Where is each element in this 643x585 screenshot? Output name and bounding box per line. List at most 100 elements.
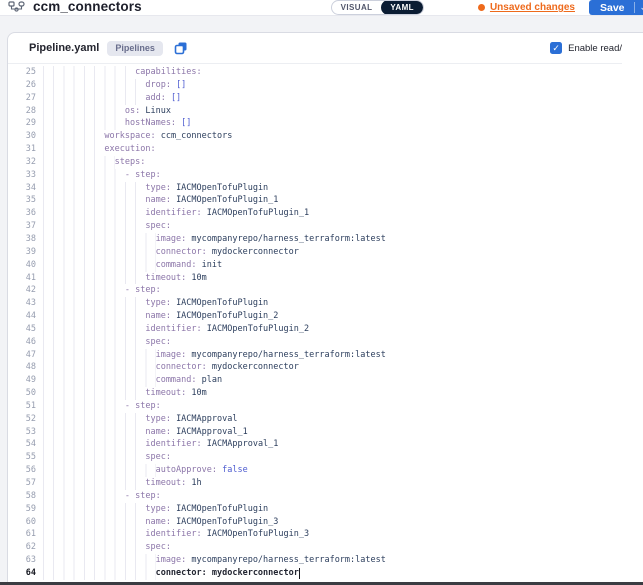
line-number: 52 bbox=[10, 413, 36, 426]
code-token: image: bbox=[156, 233, 192, 246]
code-line[interactable]: 36identifier: IACMOpenTofuPlugin_1 bbox=[8, 207, 643, 220]
code-token: 10m bbox=[191, 387, 206, 400]
code-token: connector: bbox=[156, 361, 212, 374]
line-number: 58 bbox=[10, 490, 36, 503]
code-line[interactable]: 25capabilities: bbox=[8, 66, 643, 79]
code-token: spec: bbox=[145, 451, 171, 464]
indent-guides bbox=[43, 349, 156, 362]
code-line[interactable]: 27add: [] bbox=[8, 92, 643, 105]
code-token: mycompanyrepo/harness_terraform:latest bbox=[191, 554, 385, 567]
yaml-tab[interactable]: YAML bbox=[381, 0, 423, 15]
indent-guides bbox=[43, 194, 145, 207]
code-line[interactable]: 52type: IACMApproval bbox=[8, 413, 643, 426]
indent-guides bbox=[43, 156, 115, 169]
code-line[interactable]: 40command: init bbox=[8, 259, 643, 272]
indent-guides bbox=[43, 182, 145, 195]
code-line[interactable]: 41 timeout: 10m bbox=[8, 272, 643, 285]
code-line[interactable]: 32steps: bbox=[8, 156, 643, 169]
code-token: timeout: bbox=[145, 272, 191, 285]
code-token: 10m bbox=[191, 272, 206, 285]
code-token: IACMOpenTofuPlugin bbox=[176, 182, 268, 195]
code-line[interactable]: 62spec: bbox=[8, 541, 643, 554]
code-line[interactable]: 49command: plan bbox=[8, 374, 643, 387]
code-line[interactable]: 28os: Linux bbox=[8, 105, 643, 118]
line-number: 44 bbox=[10, 310, 36, 323]
code-line[interactable]: 39connector: mydockerconnector bbox=[8, 246, 643, 259]
code-token: mycompanyrepo/harness_terraform:latest bbox=[191, 233, 385, 246]
code-line[interactable]: 33- step: bbox=[8, 169, 643, 182]
code-line[interactable]: 63image: mycompanyrepo/harness_terraform… bbox=[8, 554, 643, 567]
code-line[interactable]: 45identifier: IACMOpenTofuPlugin_2 bbox=[8, 323, 643, 336]
code-line[interactable]: 51- step: bbox=[8, 400, 643, 413]
code-line[interactable]: 57timeout: 1h bbox=[8, 477, 643, 490]
code-line[interactable]: 37spec: bbox=[8, 220, 643, 233]
unsaved-changes-link[interactable]: Unsaved changes bbox=[490, 2, 575, 13]
line-number: 31 bbox=[10, 143, 36, 156]
indent-guides bbox=[43, 169, 125, 182]
code-line[interactable]: 47image: mycompanyrepo/harness_terraform… bbox=[8, 349, 643, 362]
code-token: spec: bbox=[145, 541, 171, 554]
line-number: 40 bbox=[10, 259, 36, 272]
code-line[interactable]: 43type: IACMOpenTofuPlugin bbox=[8, 297, 643, 310]
line-number: 38 bbox=[10, 233, 36, 246]
code-line[interactable]: 42- step: bbox=[8, 284, 643, 297]
line-number: 41 bbox=[10, 272, 36, 285]
indent-guides bbox=[43, 541, 145, 554]
code-line[interactable]: 56autoApprove: false bbox=[8, 464, 643, 477]
indent-guides bbox=[43, 79, 145, 92]
code-area[interactable]: 25capabilities:26drop: []27add: []28os: … bbox=[8, 64, 643, 580]
indent-guides bbox=[43, 246, 156, 259]
code-line[interactable]: 64connector: mydockerconnector bbox=[8, 567, 643, 580]
code-line[interactable]: 34type: IACMOpenTofuPlugin bbox=[8, 182, 643, 195]
code-line[interactable]: 54identifier: IACMApproval_1 bbox=[8, 438, 643, 451]
code-token: plan bbox=[202, 374, 222, 387]
code-token: IACMOpenTofuPlugin_3 bbox=[176, 516, 278, 529]
code-line[interactable]: 44name: IACMOpenTofuPlugin_2 bbox=[8, 310, 643, 323]
code-line[interactable]: 50timeout: 10m bbox=[8, 387, 643, 400]
code-line[interactable]: 30workspace: ccm_connectors bbox=[8, 130, 643, 143]
code-line[interactable]: 48connector: mydockerconnector bbox=[8, 361, 643, 374]
save-button[interactable]: Save bbox=[589, 2, 634, 14]
line-number: 34 bbox=[10, 182, 36, 195]
visual-tab[interactable]: VISUAL bbox=[332, 1, 382, 14]
code-token: spec: bbox=[145, 336, 171, 349]
code-line[interactable]: 58- step: bbox=[8, 490, 643, 503]
indent-guides bbox=[43, 567, 156, 580]
code-token: command: bbox=[156, 374, 202, 387]
code-token: IACMOpenTofuPlugin_2 bbox=[176, 310, 278, 323]
code-line[interactable]: 53name: IACMApproval_1 bbox=[8, 426, 643, 439]
code-line[interactable]: 35name: IACMOpenTofuPlugin_1 bbox=[8, 194, 643, 207]
indent-guides bbox=[43, 66, 135, 79]
code-line[interactable]: 60name: IACMOpenTofuPlugin_3 bbox=[8, 516, 643, 529]
line-number: 47 bbox=[10, 349, 36, 362]
file-name: Pipeline.yaml bbox=[29, 42, 99, 54]
indent-guides bbox=[43, 130, 104, 143]
indent-guides bbox=[43, 426, 145, 439]
code-token: IACMApproval bbox=[176, 413, 237, 426]
code-line[interactable]: 26drop: [] bbox=[8, 79, 643, 92]
code-token: timeout: bbox=[145, 477, 191, 490]
indent-guides bbox=[43, 143, 104, 156]
code-token: identifier: bbox=[145, 528, 206, 541]
code-token: name: bbox=[145, 426, 176, 439]
copy-icon[interactable] bbox=[174, 41, 188, 55]
code-line[interactable]: 46spec: bbox=[8, 336, 643, 349]
code-token: os: bbox=[125, 105, 145, 118]
line-number: 33 bbox=[10, 169, 36, 182]
readonly-checkbox[interactable]: ✓ bbox=[550, 42, 562, 54]
save-dropdown-button[interactable]: ⌄ bbox=[635, 1, 643, 14]
code-line[interactable]: 55spec: bbox=[8, 451, 643, 464]
code-line[interactable]: 29hostNames: [] bbox=[8, 117, 643, 130]
indent-guides bbox=[43, 207, 145, 220]
line-number: 63 bbox=[10, 554, 36, 567]
code-token: mydockerconnector bbox=[212, 567, 299, 580]
code-line[interactable]: 31execution: bbox=[8, 143, 643, 156]
code-line[interactable]: 59type: IACMOpenTofuPlugin bbox=[8, 503, 643, 516]
line-number: 51 bbox=[10, 400, 36, 413]
code-token: IACMOpenTofuPlugin_1 bbox=[176, 194, 278, 207]
code-token: hostNames: bbox=[125, 117, 181, 130]
code-token: mydockerconnector bbox=[212, 246, 299, 259]
code-line[interactable]: 61identifier: IACMOpenTofuPlugin_3 bbox=[8, 528, 643, 541]
file-bar: Pipeline.yaml Pipelines ✓ Enable read/ bbox=[8, 33, 622, 64]
code-line[interactable]: 38 image: mycompanyrepo/harness_terraform… bbox=[8, 233, 643, 246]
